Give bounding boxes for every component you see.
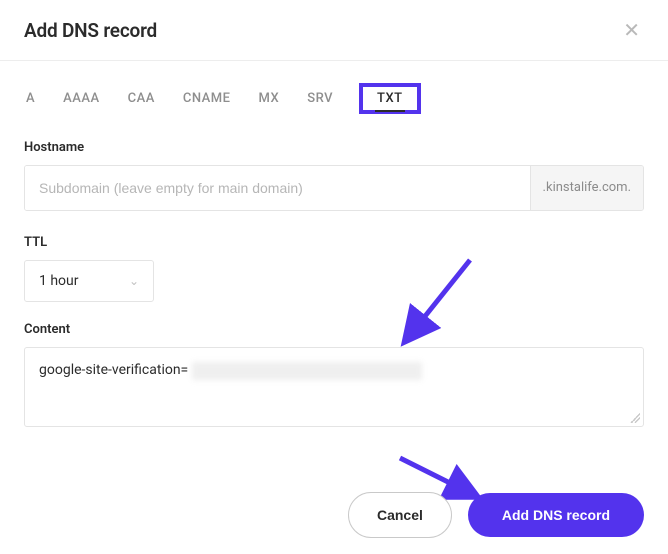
hostname-input[interactable] bbox=[25, 166, 530, 210]
content-group: Content google-site-verification= bbox=[24, 322, 644, 427]
tab-mx[interactable]: MX bbox=[257, 87, 282, 110]
modal-title: Add DNS record bbox=[24, 19, 157, 42]
cancel-button[interactable]: Cancel bbox=[348, 492, 452, 538]
tab-txt[interactable]: TXT bbox=[375, 87, 405, 112]
highlight-box: TXT bbox=[359, 83, 421, 114]
redacted-token bbox=[192, 362, 422, 380]
chevron-down-icon: ⌄ bbox=[129, 274, 139, 288]
hostname-suffix: .kinstalife.com. bbox=[530, 166, 643, 210]
content-field[interactable]: google-site-verification= bbox=[24, 347, 644, 427]
record-type-tabs: A AAAA CAA CNAME MX SRV TXT bbox=[24, 61, 644, 132]
add-dns-record-button[interactable]: Add DNS record bbox=[468, 493, 644, 537]
content-value: google-site-verification= bbox=[39, 362, 188, 378]
ttl-label: TTL bbox=[24, 235, 644, 250]
modal-body: A AAAA CAA CNAME MX SRV TXT Hostname .ki… bbox=[0, 61, 668, 445]
tab-srv[interactable]: SRV bbox=[305, 87, 335, 110]
modal-header: Add DNS record ✕ bbox=[0, 0, 668, 61]
tab-aaaa[interactable]: AAAA bbox=[61, 87, 101, 110]
tab-caa[interactable]: CAA bbox=[126, 87, 157, 110]
ttl-select[interactable]: 1 hour ⌄ bbox=[24, 260, 154, 302]
ttl-value: 1 hour bbox=[39, 273, 79, 289]
close-icon[interactable]: ✕ bbox=[619, 18, 644, 42]
hostname-label: Hostname bbox=[24, 140, 644, 155]
resize-handle-icon[interactable] bbox=[630, 413, 640, 423]
ttl-group: TTL 1 hour ⌄ bbox=[24, 235, 644, 302]
hostname-group: Hostname .kinstalife.com. bbox=[24, 140, 644, 211]
tab-a[interactable]: A bbox=[24, 87, 37, 110]
modal-footer: Cancel Add DNS record bbox=[348, 492, 644, 538]
tab-cname[interactable]: CNAME bbox=[181, 87, 233, 110]
hostname-row: .kinstalife.com. bbox=[24, 165, 644, 211]
content-label: Content bbox=[24, 322, 644, 337]
